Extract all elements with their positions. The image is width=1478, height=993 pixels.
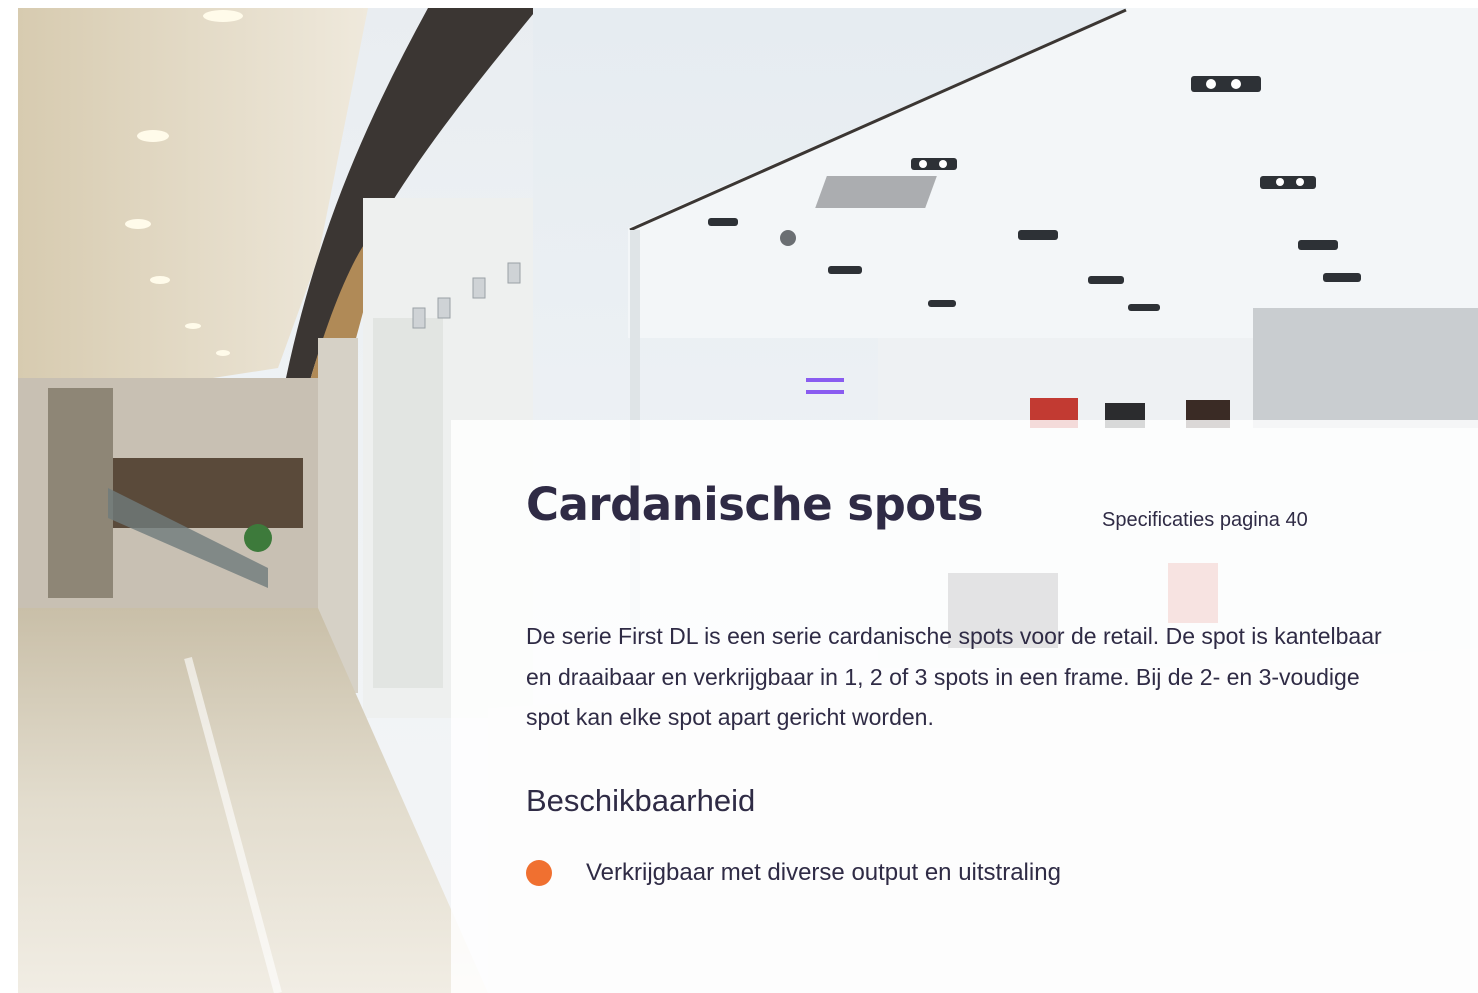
orange-bullet-icon [526,860,552,886]
section-title: Cardanische spots [526,478,984,531]
availability-list-item: Verkrijgbaar met diverse output en uitst… [526,859,1061,887]
availability-item-text: Verkrijgbaar met diverse output en uitst… [586,859,1061,886]
brochure-page: Cardanische spots Specificaties pagina 4… [0,0,1478,993]
info-panel: Cardanische spots Specificaties pagina 4… [451,420,1478,993]
intro-paragraph: De serie First DL is een serie cardanisc… [526,623,1382,730]
availability-heading: Beschikbaarheid [526,783,756,818]
specifications-reference: Specificaties pagina 40 [1102,509,1308,531]
